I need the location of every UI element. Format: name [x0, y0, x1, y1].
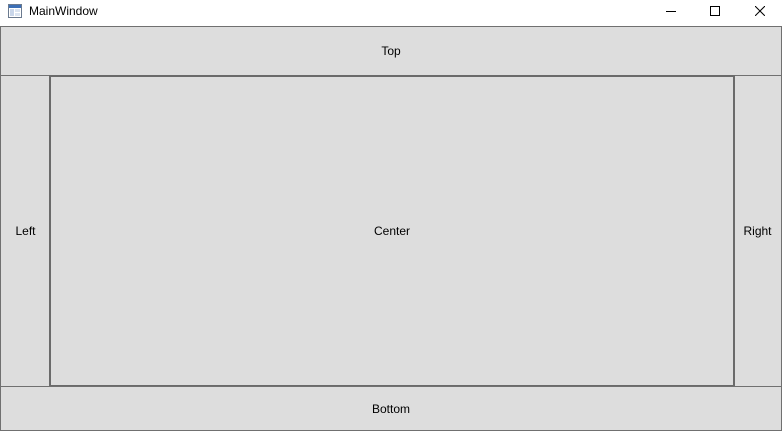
top-button-label: Top	[381, 44, 401, 58]
window-title: MainWindow	[29, 4, 98, 18]
maximize-icon	[710, 6, 720, 16]
left-button[interactable]: Left	[0, 75, 51, 387]
minimize-button[interactable]	[648, 0, 694, 22]
top-button[interactable]: Top	[0, 26, 782, 76]
center-button[interactable]: Center	[49, 75, 735, 387]
close-icon	[755, 6, 765, 16]
right-button[interactable]: Right	[733, 75, 782, 387]
left-button-label: Left	[15, 224, 36, 238]
center-button-label: Center	[373, 224, 411, 238]
right-button-label: Right	[743, 224, 772, 238]
title-bar[interactable]: MainWindow	[0, 0, 782, 25]
window-app-icon[interactable]	[8, 4, 22, 18]
main-window: MainWindow Top Left Right Center Bottom	[0, 0, 782, 431]
minimize-icon	[666, 11, 676, 12]
bottom-button[interactable]: Bottom	[0, 386, 782, 431]
bottom-button-label: Bottom	[371, 401, 410, 416]
maximize-button[interactable]	[692, 0, 738, 22]
close-button[interactable]	[737, 0, 782, 22]
